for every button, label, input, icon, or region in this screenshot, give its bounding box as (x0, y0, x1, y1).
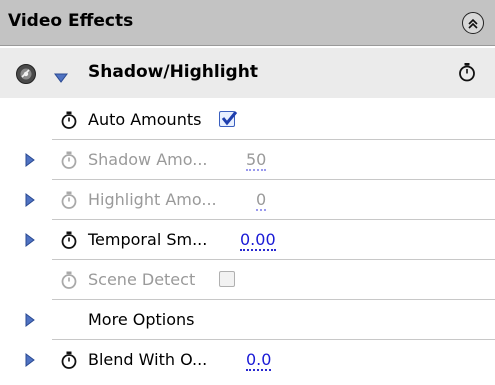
stopwatch-icon (60, 190, 78, 214)
property-label: Shadow Amo... (88, 150, 208, 169)
stopwatch-icon[interactable] (60, 110, 78, 134)
property-row-scene-detect: Scene Detect (0, 260, 495, 300)
auto-amounts-checkbox[interactable] (219, 111, 238, 127)
property-label: Blend With O... (88, 350, 208, 369)
twirl-down-icon[interactable] (54, 68, 68, 87)
property-row-shadow-amount: Shadow Amo... 50 (0, 140, 495, 180)
collapse-panel-icon[interactable] (462, 12, 484, 34)
effect-controls-panel: Video Effects Shadow/Highlight Auto Amou… (0, 0, 495, 385)
property-label: Auto Amounts (88, 110, 202, 129)
panel-title: Video Effects (8, 11, 134, 31)
temporal-smoothing-value[interactable]: 0.00 (240, 230, 276, 251)
twirl-right-icon[interactable] (25, 192, 35, 211)
property-row-more-options: More Options (0, 300, 495, 340)
shadow-amount-value[interactable]: 50 (246, 150, 267, 171)
effect-toggle-icon[interactable] (16, 64, 36, 84)
property-label: Temporal Sm... (88, 230, 208, 249)
panel-header: Video Effects (0, 0, 495, 46)
stopwatch-icon (60, 150, 78, 174)
property-row-auto-amounts: Auto Amounts (0, 100, 495, 140)
highlight-amount-value[interactable]: 0 (256, 190, 267, 211)
twirl-right-icon[interactable] (25, 352, 35, 371)
property-row-temporal-smoothing: Temporal Sm... 0.00 (0, 220, 495, 260)
property-label: Highlight Amo... (88, 190, 217, 209)
stopwatch-icon[interactable] (60, 230, 78, 254)
effect-row-shadow-highlight[interactable]: Shadow/Highlight (0, 48, 495, 98)
property-row-blend-with-original: Blend With O... 0.0 (0, 340, 495, 380)
property-label: More Options (88, 310, 195, 329)
effect-name: Shadow/Highlight (88, 62, 258, 82)
twirl-right-icon[interactable] (25, 152, 35, 171)
scene-detect-checkbox[interactable] (219, 271, 235, 287)
twirl-right-icon[interactable] (25, 312, 35, 331)
stopwatch-icon[interactable] (60, 350, 78, 374)
property-row-highlight-amount: Highlight Amo... 0 (0, 180, 495, 220)
reset-effect-icon[interactable] (456, 61, 478, 87)
blend-with-original-value[interactable]: 0.0 (246, 350, 272, 371)
twirl-right-icon[interactable] (25, 232, 35, 251)
property-label: Scene Detect (88, 270, 196, 289)
stopwatch-icon (60, 270, 78, 294)
